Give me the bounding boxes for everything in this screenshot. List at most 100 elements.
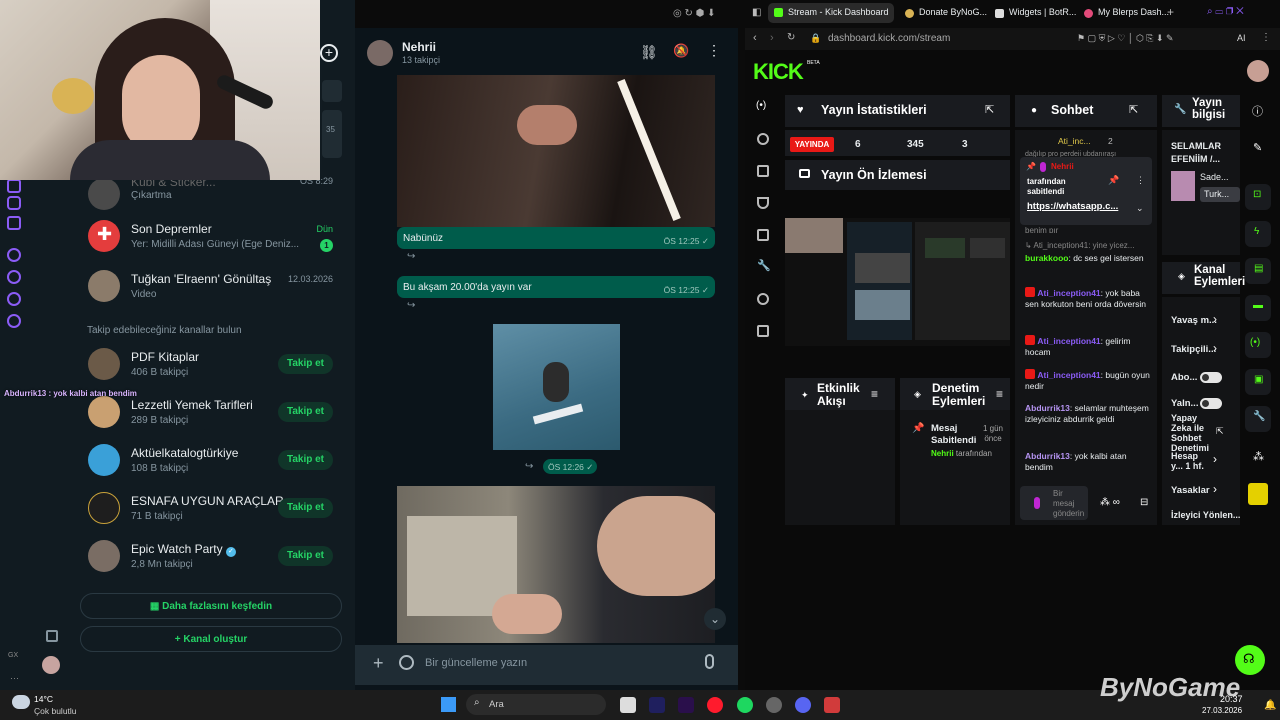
forward-nav-icon[interactable]: › bbox=[770, 32, 774, 44]
attach-plus-icon[interactable]: + bbox=[373, 653, 384, 674]
user-avatar[interactable] bbox=[1247, 60, 1269, 82]
browser-menu-icon[interactable]: ⋮ bbox=[1261, 32, 1271, 43]
support-button[interactable]: ☊ bbox=[1235, 645, 1265, 675]
pinned-message[interactable]: 📌 Nehrii tarafından sabitlendi 📌 ⋮ https… bbox=[1020, 157, 1152, 225]
sidebar-layout-button[interactable]: ▣ bbox=[1245, 369, 1271, 395]
photo-message[interactable] bbox=[397, 486, 715, 643]
menu-icon[interactable]: ⋮ bbox=[707, 42, 721, 59]
forward-icon[interactable]: ↪ bbox=[407, 251, 415, 262]
spotify-icon[interactable] bbox=[737, 697, 753, 713]
sidebar-flash-button[interactable]: ϟ bbox=[1245, 221, 1271, 247]
chat-message[interactable]: Abdurrik13: yok kalbi atan bendim bbox=[1025, 451, 1153, 473]
file-explorer-icon[interactable] bbox=[620, 697, 636, 713]
microphone-icon[interactable] bbox=[705, 654, 714, 669]
bans-item[interactable]: Yasaklar bbox=[1171, 485, 1210, 496]
expand-icon[interactable]: ⌄ bbox=[1136, 203, 1144, 214]
message-bubble[interactable]: Nabünüz ÖS 12:25 ✓ bbox=[397, 227, 715, 249]
more-options-icon[interactable]: ⋮ bbox=[1136, 175, 1145, 186]
tab[interactable]: Widgets | BotR... bbox=[993, 3, 1076, 23]
subs-only-toggle[interactable] bbox=[1200, 372, 1222, 383]
profile-avatar[interactable] bbox=[42, 656, 60, 674]
channel-name[interactable]: Nehrii bbox=[402, 40, 436, 54]
history-icon[interactable] bbox=[7, 270, 21, 284]
chevron-right-icon[interactable]: › bbox=[1213, 312, 1217, 326]
twitch-icon[interactable] bbox=[7, 179, 21, 193]
gif-message[interactable] bbox=[493, 324, 620, 450]
emoji-icon[interactable] bbox=[399, 655, 414, 670]
sidebar-notes-button[interactable]: ▤ bbox=[1245, 258, 1271, 284]
kick-logo[interactable]: KICK bbox=[753, 59, 804, 85]
add-icon[interactable] bbox=[7, 248, 21, 262]
search-box[interactable]: ⌕ Ara bbox=[466, 694, 606, 715]
new-channel-icon[interactable]: + bbox=[320, 44, 338, 62]
slow-mode-item[interactable]: Yavaş m... bbox=[1171, 315, 1217, 326]
pinned-link[interactable]: https://whatsapp.c... bbox=[1027, 201, 1118, 212]
channel-list-item[interactable]: ✚ Son Depremler Yer: Midilli Adası Güney… bbox=[30, 212, 355, 260]
after-effects-icon[interactable] bbox=[649, 697, 665, 713]
reload-icon[interactable]: ↻ bbox=[787, 32, 795, 43]
new-tab-icon[interactable]: + bbox=[1167, 5, 1174, 19]
sidebar-chat-button[interactable]: ▬ bbox=[1245, 295, 1271, 321]
premiere-icon[interactable] bbox=[678, 697, 694, 713]
filter-icon[interactable]: ≡ bbox=[996, 387, 1003, 401]
info-icon[interactable]: ⓘ bbox=[1252, 103, 1263, 119]
suggested-channel[interactable]: ESNAFA UYGUN ARAÇLAR 71 B takipçi Takip … bbox=[30, 484, 355, 532]
chat-message[interactable]: Ati_inception41: bugün oyun nedir bbox=[1025, 369, 1153, 392]
steam-icon[interactable] bbox=[766, 697, 782, 713]
nodes-icon[interactable]: ⁂ bbox=[1253, 450, 1264, 463]
forward-icon[interactable]: ↪ bbox=[525, 461, 533, 472]
more-icon[interactable]: ··· bbox=[10, 673, 19, 683]
suggested-channel[interactable]: Epic Watch Party ✓ 2,8 Mn takipçi Takip … bbox=[30, 532, 355, 580]
stream-title[interactable]: SELAMLAR EFENİİM /... bbox=[1171, 140, 1237, 166]
filter-icon[interactable]: ≡ bbox=[871, 387, 878, 401]
tab[interactable]: Donate ByNoG... bbox=[903, 3, 987, 23]
ai-button[interactable]: AI bbox=[1237, 33, 1246, 43]
link-nav-icon[interactable] bbox=[757, 133, 769, 145]
emotes-only-toggle[interactable] bbox=[1200, 398, 1222, 409]
start-icon[interactable] bbox=[441, 697, 456, 712]
stream-nav-icon[interactable]: (•) bbox=[756, 100, 766, 111]
video-nav-icon[interactable] bbox=[757, 229, 769, 241]
message-input[interactable]: Bir güncelleme yazın bbox=[425, 657, 527, 669]
discord-icon[interactable] bbox=[7, 216, 21, 230]
account-age-item[interactable]: Hesap y... 1 hf. bbox=[1171, 451, 1211, 471]
chevron-right-icon[interactable]: › bbox=[1213, 452, 1217, 466]
upload-nav-icon[interactable] bbox=[757, 325, 769, 337]
photo-message[interactable] bbox=[397, 75, 715, 227]
channel-avatar[interactable] bbox=[367, 40, 393, 66]
tab-active[interactable]: Stream - Kick Dashboard bbox=[768, 3, 894, 23]
link-icon[interactable]: ⛓ bbox=[640, 44, 658, 61]
extension-icon[interactable] bbox=[1248, 483, 1268, 505]
viewer-redirect-item[interactable]: İzleyici Yönlen... bbox=[1171, 510, 1241, 520]
chat-input[interactable]: Bir mesaj gönderin bbox=[1020, 486, 1088, 520]
follow-button[interactable]: Takip et bbox=[278, 450, 333, 470]
channel-list-item[interactable]: Tuğkan 'Elraenn' Gönültaş Video 12.03.20… bbox=[30, 262, 355, 310]
wrench-nav-icon[interactable]: 🔧 bbox=[757, 259, 771, 272]
ai-moderation-item[interactable]: Yapay Zeka ile Sohbet Denetimi bbox=[1171, 413, 1211, 453]
send-icon[interactable]: ⊟ bbox=[1140, 497, 1148, 508]
chat-message[interactable]: Ati_inception41: gelirim hocam bbox=[1025, 335, 1153, 358]
stream-preview[interactable] bbox=[785, 218, 1010, 346]
scroll-down-button[interactable]: ⌄ bbox=[704, 608, 726, 630]
extensions-icon[interactable] bbox=[7, 292, 21, 306]
follow-button[interactable]: Takip et bbox=[278, 498, 333, 518]
archive-icon[interactable] bbox=[46, 630, 58, 642]
chevron-right-icon[interactable]: › bbox=[1213, 341, 1217, 355]
window-controls-icon[interactable]: ⌕ ▭ ❐ ✕ bbox=[1207, 6, 1244, 17]
chevron-right-icon[interactable]: › bbox=[1213, 482, 1217, 496]
popout-icon[interactable]: ⇱ bbox=[985, 103, 994, 116]
chat-message[interactable]: Ati_inception41: yok baba sen korkuton b… bbox=[1025, 287, 1153, 310]
discover-more-button[interactable]: ▦ Daha fazlasını keşfedin bbox=[80, 593, 342, 619]
follow-button[interactable]: Takip et bbox=[278, 354, 333, 374]
tab-menu-icon[interactable]: ◧ bbox=[752, 7, 761, 18]
mute-bell-icon[interactable]: 🔕 bbox=[673, 43, 689, 59]
message-bubble[interactable]: Bu akşam 20.00'da yayın var ÖS 12:25 ✓ bbox=[397, 276, 715, 298]
follow-button[interactable]: Takip et bbox=[278, 402, 333, 422]
trophy-nav-icon[interactable] bbox=[757, 197, 769, 209]
sidebar-camera-button[interactable]: ⊡ bbox=[1245, 184, 1271, 210]
users-nav-icon[interactable] bbox=[757, 293, 769, 305]
app-icon[interactable] bbox=[824, 697, 840, 713]
suggested-channel[interactable]: Aktüelkatalogtürkiye 108 B takipçi Takip… bbox=[30, 436, 355, 484]
back-icon[interactable]: ‹ bbox=[753, 32, 757, 44]
settings-icon[interactable] bbox=[7, 314, 21, 328]
